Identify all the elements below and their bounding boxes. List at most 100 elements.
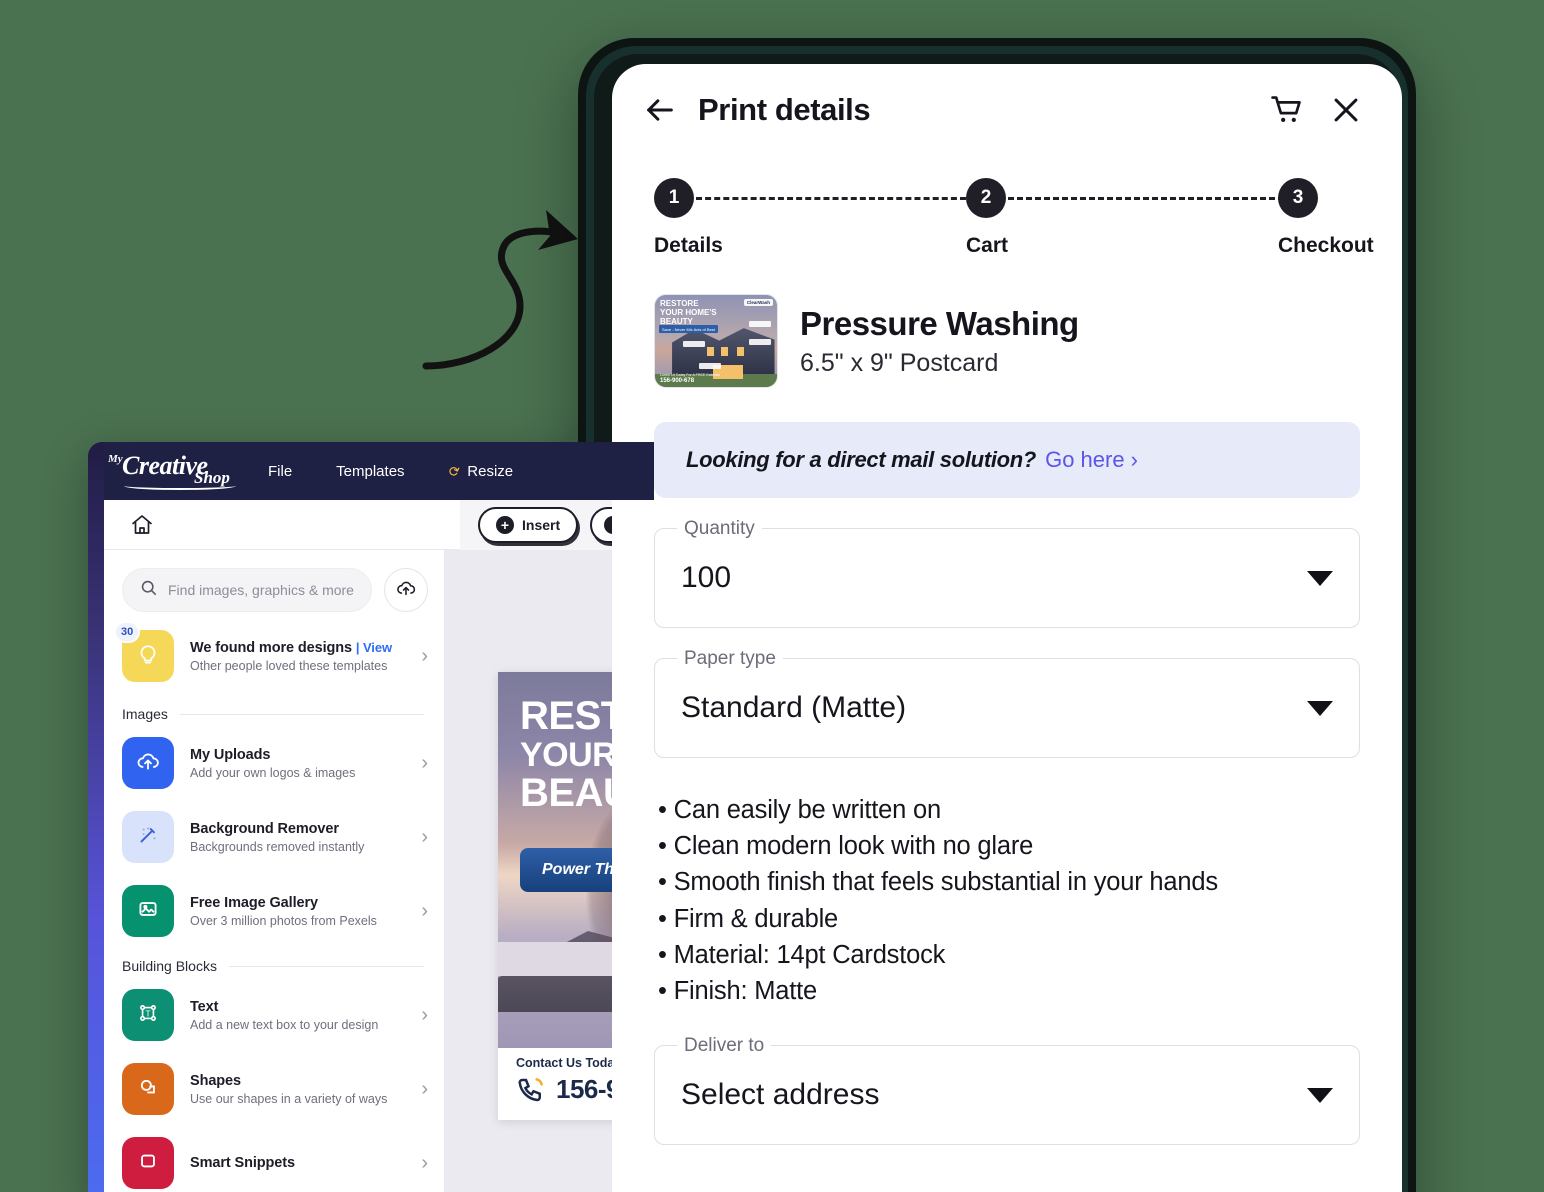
topnav-file-label: File	[268, 462, 293, 480]
step-3-label: Checkout	[1278, 234, 1374, 257]
search-input[interactable]	[168, 582, 355, 598]
thumbnail-window	[737, 347, 744, 356]
chevron-right-icon: ›	[421, 825, 428, 848]
svg-text:T: T	[145, 1008, 151, 1018]
phone-icon	[516, 1075, 546, 1105]
resize-icon: ⟳	[445, 461, 463, 481]
sidebar-search-row	[104, 568, 444, 612]
my-uploads-subtitle: Add your own logos & images	[190, 765, 356, 780]
free-image-gallery-title: Free Image Gallery	[190, 894, 318, 911]
stepper-line-2	[1008, 197, 1284, 200]
phone-mockup-frame: Print details 1 Details 2 Cart 3 Checkou…	[578, 38, 1416, 1192]
my-creative-shop-logo[interactable]: My Creative Shop	[106, 450, 246, 492]
snippet-icon	[135, 1148, 161, 1179]
plus-circle-icon: +	[496, 516, 514, 534]
thumbnail-blue-chip: Save - Never Mix Acts of Best	[659, 325, 718, 333]
text-icon-tile: T	[122, 989, 174, 1041]
shapes-icon	[135, 1074, 161, 1105]
print-details-header: Print details	[612, 64, 1402, 156]
product-thumbnail[interactable]: RESTORE YOUR HOME'S BEAUTY ClearWash Sav…	[654, 294, 778, 388]
promo-more-designs-row[interactable]: 30 We found more designs | View Other pe…	[104, 612, 444, 696]
section-rule	[228, 965, 424, 967]
app-left-rail	[88, 442, 104, 1192]
product-summary-row: RESTORE YOUR HOME'S BEAUTY ClearWash Sav…	[612, 286, 1402, 388]
magic-wand-icon	[135, 822, 161, 853]
section-label-building-blocks: Building Blocks	[122, 958, 217, 974]
direct-mail-banner[interactable]: Looking for a direct mail solution? Go h…	[654, 422, 1360, 498]
sidebar-item-shapes[interactable]: Shapes Use our shapes in a variety of wa…	[104, 1052, 444, 1126]
logo-swoosh	[124, 482, 236, 490]
stepper-line-1	[696, 197, 966, 200]
insert-button-label: Insert	[522, 517, 561, 533]
stepper-step-checkout[interactable]: 3 Checkout	[1278, 178, 1374, 258]
background-remover-text: Background Remover Backgrounds removed i…	[190, 821, 397, 854]
step-2-circle: 2	[966, 178, 1006, 218]
home-icon[interactable]	[130, 513, 154, 537]
promo-title: We found more designs	[190, 639, 352, 656]
list-item: Finish: Matte	[658, 973, 1360, 1009]
shopping-cart-icon[interactable]	[1264, 88, 1308, 132]
chevron-right-icon: ›	[421, 1151, 428, 1174]
page-title: Print details	[698, 92, 871, 127]
chevron-right-icon: ›	[421, 1077, 428, 1100]
smart-snippets-text: Smart Snippets	[190, 1155, 397, 1171]
thumbnail-chip	[749, 339, 771, 345]
deliver-to-label: Deliver to	[677, 1035, 772, 1058]
sidebar-item-smart-snippets[interactable]: Smart Snippets ›	[104, 1126, 444, 1192]
sidebar-item-background-remover[interactable]: Background Remover Backgrounds removed i…	[104, 800, 444, 874]
list-item: Clean modern look with no glare	[658, 828, 1360, 864]
search-box[interactable]	[122, 568, 372, 612]
thumbnail-chip	[699, 363, 721, 369]
text-item-title: Text	[190, 998, 219, 1015]
smart-snippets-icon-tile	[122, 1137, 174, 1189]
chevron-right-icon: ›	[421, 751, 428, 774]
thumbnail-chip	[683, 341, 705, 347]
promo-view-link[interactable]: | View	[356, 640, 392, 655]
product-size: 6.5" x 9" Postcard	[800, 348, 999, 377]
chevron-down-icon	[1307, 1087, 1333, 1103]
lightbulb-icon-tile: 30	[114, 621, 174, 682]
sidebar-item-my-uploads[interactable]: My Uploads Add your own logos & images ›	[104, 726, 444, 800]
upload-button[interactable]	[384, 568, 428, 612]
close-icon[interactable]	[1324, 88, 1368, 132]
direct-mail-link[interactable]: Go here ›	[1045, 447, 1138, 473]
stepper-step-cart[interactable]: 2 Cart	[966, 178, 1008, 258]
direct-mail-question: Looking for a direct mail solution?	[686, 447, 1037, 472]
sidebar-item-text[interactable]: T Text Add a new text box to your design…	[104, 978, 444, 1052]
thumbnail-small-text: Lorem Ut Today For A FREE Estimate	[660, 373, 721, 377]
quantity-label: Quantity	[677, 518, 762, 540]
topnav-item-file[interactable]: File	[246, 442, 314, 500]
insert-button[interactable]: + Insert	[478, 507, 579, 543]
thumbnail-window	[707, 347, 714, 356]
chevron-down-icon	[1307, 700, 1333, 716]
text-box-icon: T	[135, 1000, 161, 1031]
image-icon	[135, 896, 161, 927]
sidebar-item-free-image-gallery[interactable]: Free Image Gallery Over 3 million photos…	[104, 874, 444, 948]
topnav-item-templates[interactable]: Templates	[314, 442, 426, 500]
free-image-gallery-text: Free Image Gallery Over 3 million photos…	[190, 895, 397, 928]
deliver-to-value: Select address	[681, 1078, 880, 1112]
my-uploads-title: My Uploads	[190, 746, 271, 763]
app-sidebar: 30 We found more designs | View Other pe…	[104, 550, 444, 1192]
section-header-building-blocks: Building Blocks	[104, 948, 444, 978]
section-label-images: Images	[122, 706, 168, 722]
topnav-item-resize[interactable]: ⟳ Resize	[427, 442, 536, 500]
shapes-item-subtitle: Use our shapes in a variety of ways	[190, 1091, 388, 1106]
thumbnail-phone: 156-900-678	[660, 378, 695, 384]
step-3-circle: 3	[1278, 178, 1318, 218]
deliver-to-select[interactable]: Deliver to Select address	[654, 1035, 1360, 1146]
quantity-select[interactable]: Quantity 100	[654, 518, 1360, 628]
section-header-images: Images	[104, 696, 444, 726]
stepper-step-details[interactable]: 1 Details	[654, 178, 723, 258]
promo-title-line: We found more designs | View	[190, 640, 397, 656]
thumbnail-window	[721, 347, 728, 356]
creative-shop-app-window: My Creative Shop File Templates ⟳ Resize…	[88, 442, 654, 1192]
arrow-left-icon[interactable]	[638, 88, 682, 132]
thumb-line1: RESTORE	[660, 299, 699, 308]
cloud-upload-icon	[395, 577, 417, 604]
paper-type-select[interactable]: Paper type Standard (Matte)	[654, 648, 1360, 758]
topnav-resize-label: Resize	[467, 462, 514, 480]
paper-type-value: Standard (Matte)	[681, 691, 907, 724]
app-top-navbar: My Creative Shop File Templates ⟳ Resize	[88, 442, 654, 500]
step-1-label: Details	[654, 234, 723, 257]
